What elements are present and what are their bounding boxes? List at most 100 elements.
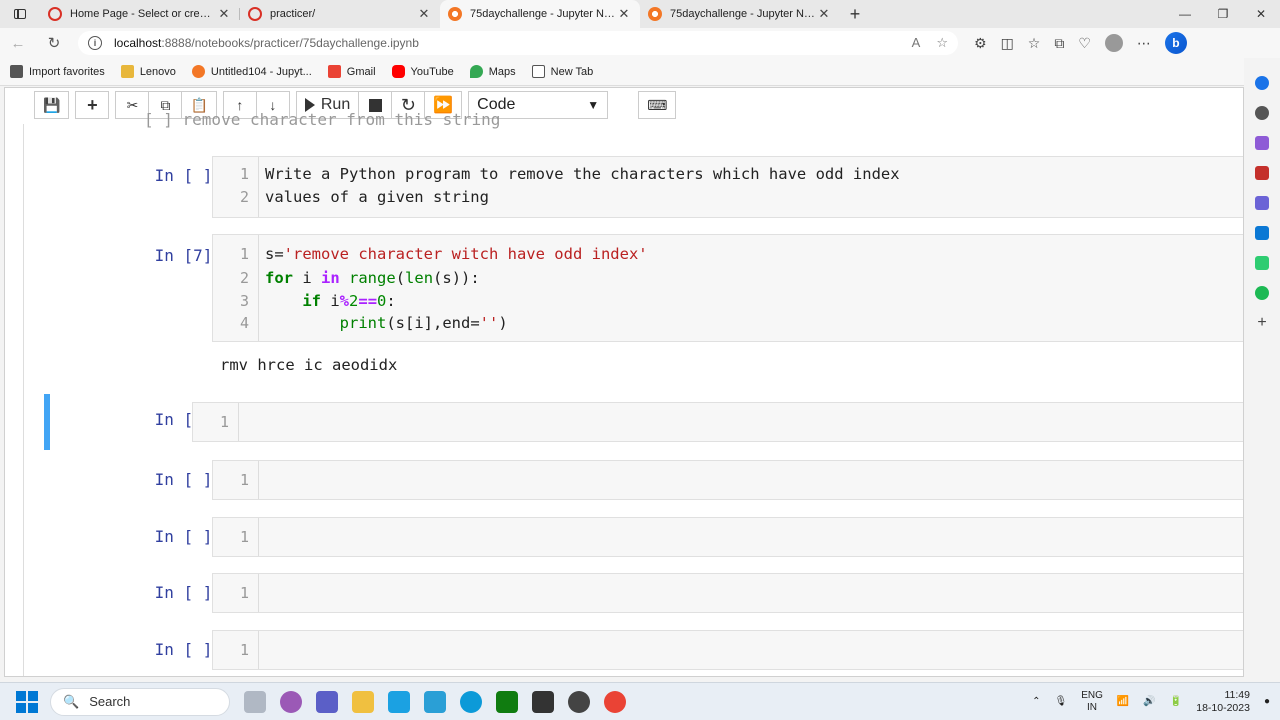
chrome-icon[interactable] [604, 690, 626, 713]
language-indicator[interactable]: ENG IN [1081, 690, 1103, 714]
xbox-icon[interactable] [496, 690, 518, 713]
code-cell[interactable]: In [ ]: 1 [44, 460, 1243, 510]
favorite-youtube[interactable]: YouTube [391, 65, 454, 78]
microphone-icon[interactable]: 🎙 [1055, 696, 1068, 707]
favorite-lenovo[interactable]: Lenovo [120, 65, 176, 78]
favorite-gmail[interactable]: Gmail [327, 65, 376, 78]
edge-icon[interactable] [460, 690, 482, 713]
command-palette-button[interactable]: ⌨ [638, 91, 677, 119]
favorite-new-tab[interactable]: New Tab [531, 65, 593, 78]
refresh-icon[interactable]: ↻ [36, 34, 72, 52]
insert-cell-button[interactable]: + [75, 91, 110, 119]
favorite-star-icon[interactable]: ☆ [936, 35, 948, 51]
volume-icon[interactable]: 🔊 [1143, 696, 1155, 707]
jupyter-icon [648, 7, 662, 21]
tab-strip: Home Page - Select or create a n ✕ pract… [0, 0, 1280, 28]
browser-tab-active[interactable]: 75daychallenge - Jupyter Notebo ✕ [440, 0, 640, 28]
close-tab-icon[interactable]: ✕ [616, 6, 632, 22]
tab-title: 75daychallenge - Jupyter Notebo [470, 8, 616, 20]
copilot-icon[interactable]: b [1164, 32, 1187, 54]
clock[interactable]: 11:49 18-10-2023 [1196, 689, 1250, 715]
cell-editor[interactable]: 1 [192, 402, 1243, 442]
collections-icon[interactable]: ⧉ [1054, 35, 1064, 52]
notification-icon[interactable]: ● [1264, 696, 1270, 707]
task-view-icon[interactable] [244, 690, 266, 713]
site-info-icon[interactable]: i [88, 36, 102, 50]
taskbar-search[interactable]: 🔍 Search [50, 687, 230, 716]
notebook-container: [ ] remove character from this string In… [23, 110, 1243, 676]
cell-prompt: In [ ]: [154, 640, 222, 659]
drop-icon[interactable] [1255, 256, 1269, 270]
games-icon[interactable] [1255, 196, 1269, 210]
code-cell[interactable]: In [ ]: 1 [44, 517, 1243, 567]
code-cell[interactable]: In [ ]: 1 [44, 573, 1243, 623]
address-bar: ← ↻ i localhost:8888/notebooks/practicer… [0, 28, 1280, 58]
close-tab-icon[interactable]: ✕ [816, 6, 832, 22]
code-line: s='remove character witch have odd index… [265, 245, 648, 263]
file-explorer-icon[interactable] [352, 690, 374, 713]
search-icon[interactable] [1255, 106, 1269, 120]
folder-icon [120, 65, 134, 78]
browser-tab[interactable]: practicer/ ✕ [240, 0, 440, 28]
read-aloud-icon[interactable]: A [912, 35, 921, 51]
profile-avatar[interactable] [1104, 34, 1123, 52]
favorites-bar: Import favorites Lenovo Untitled104 - Ju… [0, 58, 1280, 86]
code-cell-selected[interactable]: In [ ]: 1 [44, 394, 1243, 450]
workspaces-icon[interactable] [0, 0, 40, 28]
battery-icon[interactable]: 🔋 [1170, 696, 1182, 707]
save-button[interactable]: 💾 [34, 91, 70, 119]
add-sidebar-app-icon[interactable]: + [1257, 314, 1266, 332]
line-number: 1 [239, 584, 249, 602]
close-window-icon[interactable]: ✕ [1242, 0, 1280, 28]
wifi-icon[interactable]: 📶 [1117, 696, 1129, 707]
teams-icon[interactable] [316, 690, 338, 713]
more-menu-icon[interactable]: ⋯ [1137, 35, 1151, 52]
chevron-up-icon[interactable]: ⌃ [1032, 696, 1040, 707]
cell-editor[interactable]: 1 [212, 630, 1243, 670]
cell-editor[interactable]: 1 [212, 573, 1243, 613]
cell-editor[interactable]: 1 [212, 460, 1243, 500]
new-tab-icon[interactable]: + [840, 0, 870, 28]
github-icon[interactable] [568, 690, 590, 713]
import-icon [10, 65, 23, 78]
terminal-icon[interactable] [532, 690, 554, 713]
url-field[interactable]: i localhost:8888/notebooks/practicer/75d… [78, 31, 958, 55]
extensions-icon[interactable]: ⚙ [974, 35, 987, 52]
favorites-icon[interactable]: ☆ [1028, 35, 1041, 52]
code-cell[interactable]: In [7]: 1 2 3 4 s='remove character witc… [44, 234, 1243, 384]
tools-briefcase-icon[interactable] [1255, 166, 1269, 180]
plus-icon: + [87, 94, 98, 115]
line-number: 1 [239, 165, 249, 183]
browser-tab[interactable]: 75daychallenge - Jupyter Notebo ✕ [640, 0, 840, 28]
code-cell[interactable]: In [ ]: 1 [44, 630, 1243, 676]
shopping-tag-icon[interactable] [1255, 136, 1269, 150]
line-number: 1 [219, 413, 229, 431]
code-line: for i in range(len(s)): [265, 269, 480, 287]
favorite-untitled104[interactable]: Untitled104 - Jupyt... [191, 65, 312, 78]
start-icon[interactable] [16, 690, 38, 713]
browser-tab[interactable]: Home Page - Select or create a n ✕ [40, 0, 240, 28]
close-tab-icon[interactable]: ✕ [416, 6, 432, 22]
site-icon [48, 7, 62, 21]
minimize-icon[interactable]: — [1166, 0, 1204, 28]
favorite-maps[interactable]: Maps [469, 65, 516, 78]
mail-icon[interactable] [424, 690, 446, 713]
notification-bell-icon[interactable] [1255, 76, 1269, 90]
window-controls: — ❐ ✕ [1166, 0, 1280, 28]
tab-title: Home Page - Select or create a n [70, 8, 216, 20]
back-icon[interactable]: ← [0, 35, 36, 52]
cell-editor[interactable]: 1 2 3 4 s='remove character witch have o… [212, 234, 1243, 342]
spotify-icon[interactable] [1255, 286, 1269, 300]
split-screen-icon[interactable]: ◫ [1001, 35, 1014, 52]
favorite-import[interactable]: Import favorites [10, 65, 105, 78]
cell-editor[interactable]: 1 2 Write a Python program to remove the… [212, 156, 1243, 218]
close-tab-icon[interactable]: ✕ [216, 6, 232, 22]
lenovo-app-icon[interactable] [388, 690, 410, 713]
restore-icon[interactable]: ❐ [1204, 0, 1242, 28]
outlook-icon[interactable] [1255, 226, 1269, 240]
app-icon[interactable] [280, 690, 302, 713]
cell-editor[interactable]: 1 [212, 517, 1243, 557]
code-cell[interactable]: In [ ]: 1 2 Write a Python program to re… [44, 154, 1243, 224]
line-number: 3 [239, 292, 249, 310]
browser-essentials-icon[interactable]: ♡ [1078, 35, 1091, 52]
